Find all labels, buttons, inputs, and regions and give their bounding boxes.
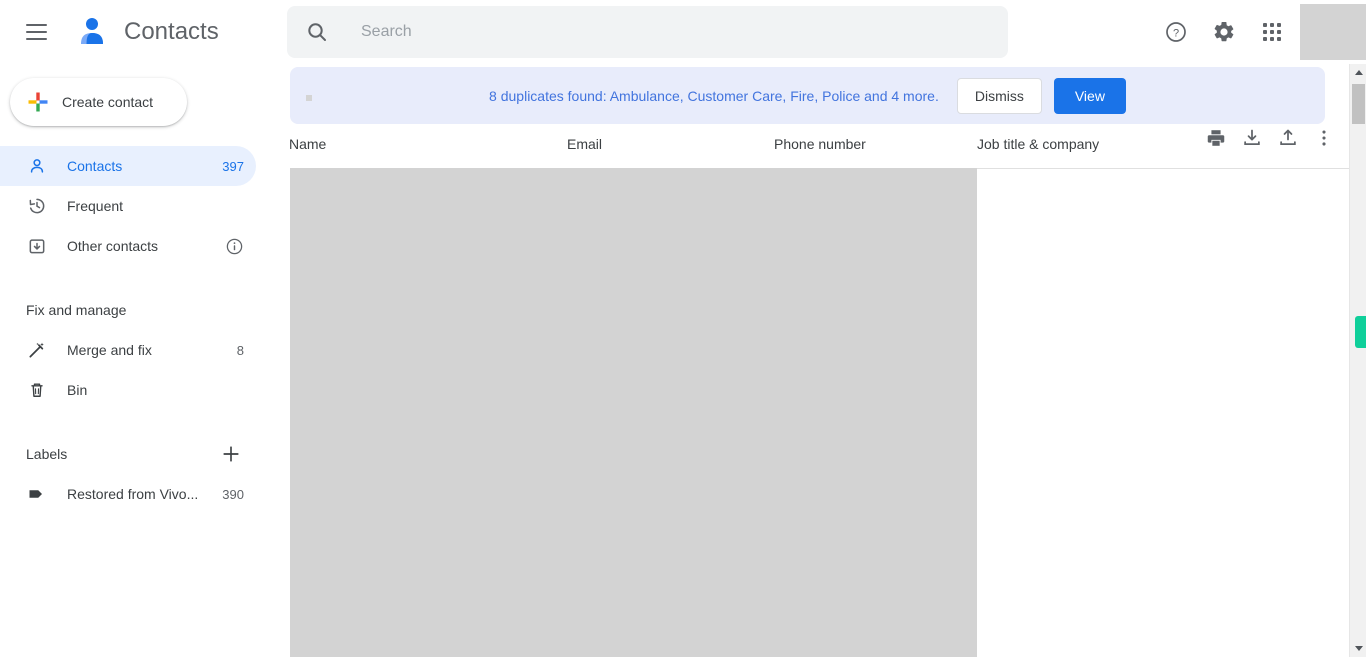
column-header-job-title-company[interactable]: Job title & company — [977, 136, 1099, 152]
more-options-icon[interactable] — [1312, 126, 1336, 150]
sidebar-item-label: Merge and fix — [67, 342, 152, 358]
account-avatar[interactable] — [1300, 4, 1366, 60]
column-header-name[interactable]: Name — [289, 136, 326, 152]
history-clock-icon — [26, 195, 48, 217]
column-header-email[interactable]: Email — [567, 136, 602, 152]
sidebar-item-frequent[interactable]: Frequent — [0, 186, 256, 226]
apps-grid-dot — [1270, 30, 1274, 34]
sidebar-item-label: Other contacts — [67, 238, 159, 254]
scrollbar-thumb[interactable] — [1352, 84, 1365, 124]
sidebar-item-count: 390 — [222, 486, 244, 502]
sidebar-item-other-contacts[interactable]: Other contacts — [0, 226, 256, 266]
sidebar-item-count: 8 — [236, 342, 244, 358]
search-icon — [305, 20, 329, 44]
info-icon[interactable] — [224, 236, 244, 256]
labels-list: Restored from Vivo... 390 — [0, 474, 270, 514]
hamburger-line — [25, 24, 47, 26]
scroll-position-marker — [1355, 316, 1366, 348]
section-title: Labels — [26, 446, 68, 462]
sidebar: Create contact Contacts 397 Frequent Oth… — [0, 64, 270, 657]
primary-nav: Contacts 397 Frequent Other contacts — [0, 146, 270, 266]
dismiss-button[interactable]: Dismiss — [956, 77, 1042, 114]
header-actions: ? — [1152, 0, 1366, 64]
scroll-down-arrow-icon[interactable] — [1350, 640, 1366, 657]
contacts-person-logo-icon — [72, 12, 112, 52]
apps-grid-dot — [1277, 37, 1281, 41]
upload-import-icon[interactable] — [1276, 126, 1300, 150]
trash-bin-icon — [26, 379, 48, 401]
scroll-up-arrow-icon[interactable] — [1350, 64, 1366, 81]
google-plus-multicolor-icon — [26, 90, 50, 114]
hamburger-line — [25, 38, 47, 40]
apps-grid-dot — [1277, 30, 1281, 34]
hamburger-line — [25, 31, 47, 33]
section-title: Fix and manage — [26, 302, 127, 318]
table-toolbar — [1204, 126, 1336, 150]
labels-section-header: Labels — [0, 434, 270, 474]
scroll-down-triangle — [1354, 646, 1363, 651]
sidebar-item-bin[interactable]: Bin — [0, 370, 256, 410]
plus-icon[interactable] — [220, 443, 242, 465]
page-title: Contacts — [124, 18, 219, 45]
duplicates-banner-text: 8 duplicates found: Ambulance, Customer … — [489, 87, 939, 104]
archive-box-icon — [26, 235, 48, 257]
vertical-scrollbar[interactable] — [1349, 64, 1366, 657]
apps-grid-dot — [1270, 23, 1274, 27]
apps-grid-dot — [1263, 23, 1267, 27]
apps-grid-dot — [1263, 30, 1267, 34]
sidebar-item-contacts[interactable]: Contacts 397 — [0, 146, 256, 186]
apps-grid-dot — [1263, 37, 1267, 41]
search-input[interactable] — [361, 12, 961, 52]
create-contact-button[interactable]: Create contact — [10, 78, 187, 126]
view-button[interactable]: View — [1053, 77, 1126, 114]
sidebar-item-label: Frequent — [67, 198, 124, 214]
brand[interactable]: Contacts — [72, 12, 219, 52]
person-icon — [26, 155, 48, 177]
search-bar[interactable] — [287, 6, 1008, 58]
google-apps-grid-icon[interactable] — [1248, 8, 1296, 56]
sidebar-item-merge-and-fix[interactable]: Merge and fix 8 — [0, 330, 256, 370]
sidebar-item-label: Restored from Vivo... — [67, 486, 199, 502]
create-contact-label: Create contact — [62, 94, 154, 110]
column-header-phone-number[interactable]: Phone number — [774, 136, 866, 152]
download-export-icon[interactable] — [1240, 126, 1264, 150]
name-column-marker — [306, 95, 312, 101]
apps-grid-dot — [1277, 23, 1281, 27]
table-divider — [976, 168, 1349, 169]
fix-and-manage-section-header: Fix and manage — [0, 290, 270, 330]
contacts-table-header: Name Email Phone number Job title & comp… — [270, 128, 1349, 168]
apps-grid-dot — [1270, 37, 1274, 41]
sidebar-item-label: Contacts — [67, 158, 123, 174]
magic-wand-icon — [26, 339, 48, 361]
hamburger-menu-icon[interactable] — [12, 8, 60, 56]
sidebar-item-count: 397 — [222, 158, 244, 174]
help-icon[interactable]: ? — [1152, 8, 1200, 56]
duplicates-banner: 8 duplicates found: Ambulance, Customer … — [290, 67, 1325, 124]
app-header: Contacts ? — [0, 0, 1366, 64]
print-icon[interactable] — [1204, 126, 1228, 150]
contacts-list-placeholder[interactable] — [290, 168, 977, 657]
label-tag-icon — [26, 483, 48, 505]
svg-text:?: ? — [1173, 28, 1179, 40]
scroll-up-triangle — [1354, 70, 1363, 75]
sidebar-item-label-restored-from-vivo[interactable]: Restored from Vivo... 390 — [0, 474, 256, 514]
settings-gear-icon[interactable] — [1200, 8, 1248, 56]
main-content: 8 duplicates found: Ambulance, Customer … — [270, 64, 1349, 657]
fix-and-manage-list: Merge and fix 8 Bin — [0, 330, 270, 410]
sidebar-item-label: Bin — [67, 382, 88, 398]
